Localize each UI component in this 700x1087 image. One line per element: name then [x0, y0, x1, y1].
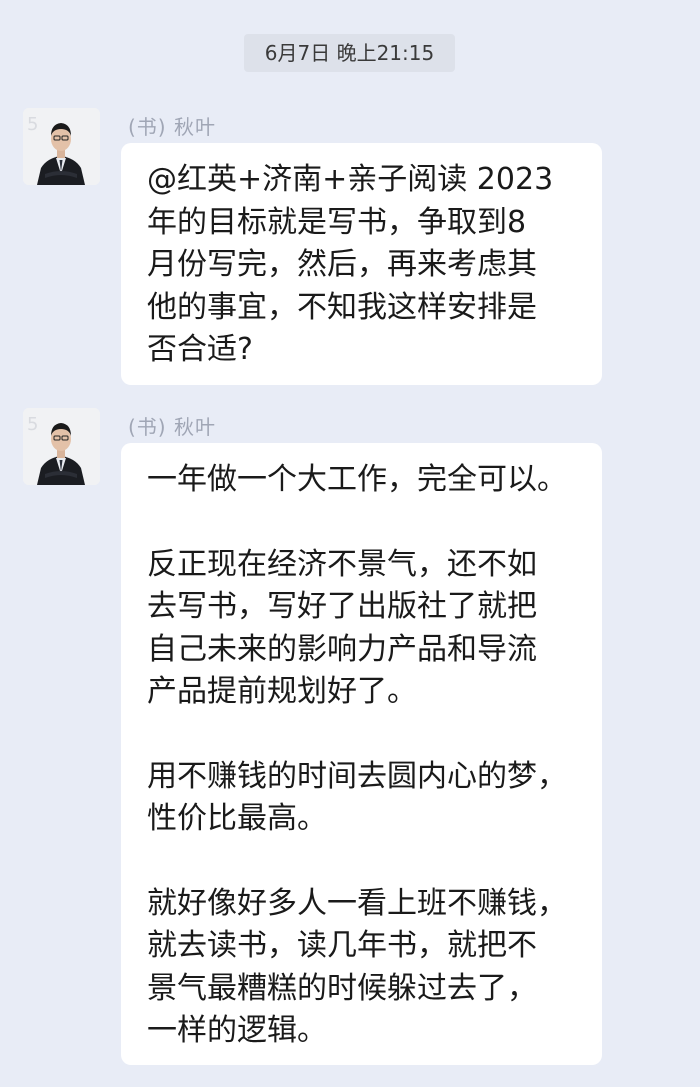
message-line: 年的目标就是写书，争取到8 [147, 204, 527, 240]
chat-message: 5 (书) 秋叶 @红英+济南+亲子阅读 2023 年的目标就是写书，争取到8 … [0, 108, 700, 388]
message-line: 一样的逻辑。 [147, 1013, 327, 1048]
avatar-portrait-icon: 5 [23, 408, 100, 485]
message-line: 景气最糟糕的时候躲过去了， [147, 970, 537, 1006]
avatar[interactable]: 5 [23, 408, 100, 485]
message-line: 自己未来的影响力产品和导流 [147, 631, 537, 667]
message-paragraph: 就好像好多人一看上班不赚钱， 就去读书，读几年书，就把不 景气最糟糕的时候躲过去… [147, 883, 590, 1053]
message-bubble[interactable]: @红英+济南+亲子阅读 2023 年的目标就是写书，争取到8 月份写完，然后，再… [121, 143, 602, 385]
message-paragraph: @红英+济南+亲子阅读 2023 年的目标就是写书，争取到8 月份写完，然后，再… [147, 159, 590, 372]
message-line: 他的事宜，不知我这样安排是 [147, 289, 537, 325]
message-line: 一年做一个大工作，完全可以。 [147, 462, 567, 497]
message-line: 月份写完，然后，再来考虑其 [147, 247, 537, 282]
message-paragraph: 一年做一个大工作，完全可以。 [147, 459, 590, 502]
sender-name: (书) 秋叶 [128, 415, 216, 439]
message-line: @红英+济南+亲子阅读 2023 [147, 162, 554, 197]
sender-name: (书) 秋叶 [128, 115, 216, 139]
message-line: 性价比最高。 [147, 801, 327, 836]
message-paragraph: 用不赚钱的时间去圆内心的梦， 性价比最高。 [147, 756, 590, 841]
svg-text:5: 5 [27, 414, 38, 435]
message-line: 否合适? [147, 332, 253, 367]
avatar[interactable]: 5 [23, 108, 100, 185]
chat-message: 5 (书) 秋叶 一年做一个大工作，完全可以。 反正现在经济不景气，还不如 去写… [0, 408, 700, 1068]
message-line: 产品提前规划好了。 [147, 674, 417, 709]
chat-timestamp: 6月7日 晚上21:15 [244, 34, 455, 72]
message-line: 反正现在经济不景气，还不如 [147, 546, 537, 582]
message-line: 用不赚钱的时间去圆内心的梦， [147, 758, 567, 794]
message-paragraph: 反正现在经济不景气，还不如 去写书，写好了出版社了就把 自己未来的影响力产品和导… [147, 544, 590, 714]
avatar-portrait-icon: 5 [23, 108, 100, 185]
message-line: 就好像好多人一看上班不赚钱， [147, 885, 567, 921]
message-line: 就去读书，读几年书，就把不 [147, 928, 537, 963]
svg-text:5: 5 [27, 114, 38, 135]
message-line: 去写书，写好了出版社了就把 [147, 589, 537, 624]
message-bubble[interactable]: 一年做一个大工作，完全可以。 反正现在经济不景气，还不如 去写书，写好了出版社了… [121, 443, 602, 1065]
